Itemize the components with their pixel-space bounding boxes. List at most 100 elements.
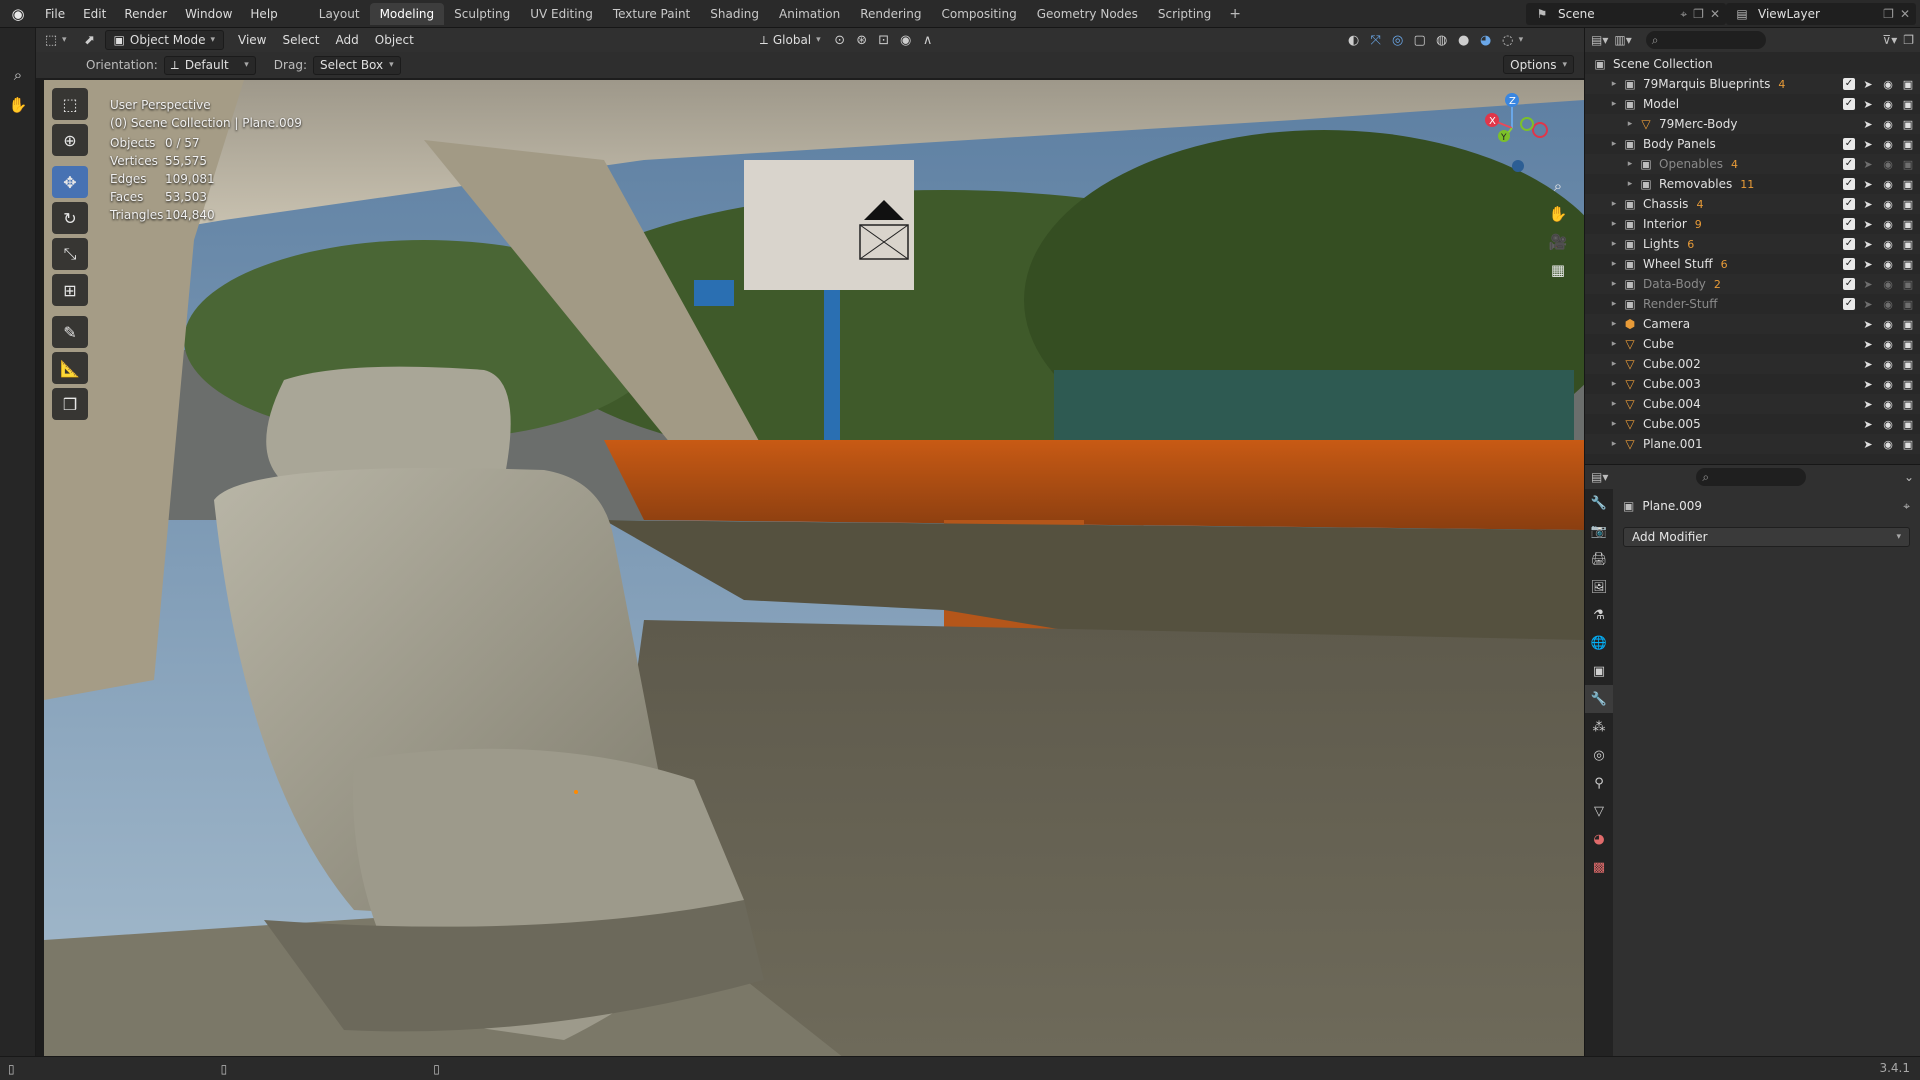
expand-icon[interactable]: ▸ bbox=[1607, 379, 1621, 389]
ortho-toggle-icon[interactable]: ▦ bbox=[1544, 256, 1572, 284]
render-tab-icon[interactable]: 📷 bbox=[1585, 517, 1613, 545]
tab-shading[interactable]: Shading bbox=[700, 3, 769, 25]
editor-type-icon[interactable]: ▤▾ bbox=[1591, 33, 1608, 47]
eye-icon[interactable]: ◉ bbox=[1881, 178, 1895, 191]
eye-icon[interactable]: ◉ bbox=[1881, 98, 1895, 111]
expand-icon[interactable]: ▸ bbox=[1623, 119, 1637, 129]
view-layer-name[interactable]: ViewLayer bbox=[1752, 7, 1877, 21]
new-collection-icon[interactable]: ❐ bbox=[1903, 33, 1914, 47]
expand-icon[interactable]: ▸ bbox=[1607, 359, 1621, 369]
object-tab-icon[interactable]: ▣ bbox=[1585, 657, 1613, 685]
menu-file[interactable]: File bbox=[36, 0, 74, 28]
exclude-checkbox[interactable]: ✓ bbox=[1843, 138, 1855, 150]
move-tool-icon[interactable]: ✥ bbox=[52, 166, 88, 198]
rotate-tool-icon[interactable]: ↻ bbox=[52, 202, 88, 234]
exclude-checkbox[interactable]: ✓ bbox=[1843, 178, 1855, 190]
render-camera-icon[interactable]: ▣ bbox=[1901, 378, 1915, 391]
pin-icon[interactable]: ⌖ bbox=[1903, 499, 1910, 514]
list-item[interactable]: ▸ ▣ Body Panels ✓ ➤ ◉ ▣ bbox=[1585, 134, 1920, 154]
scene-tab-icon[interactable]: ⚗ bbox=[1585, 601, 1613, 629]
selectable-icon[interactable]: ➤ bbox=[1861, 78, 1875, 91]
select-mode-icon[interactable]: ⬈ bbox=[79, 30, 101, 50]
zoom-view-icon[interactable]: ⌕ bbox=[1544, 172, 1572, 200]
close-icon[interactable]: ✕ bbox=[1900, 7, 1910, 21]
selectable-icon[interactable]: ➤ bbox=[1861, 178, 1875, 191]
view-layer-selector[interactable]: ▤ ViewLayer ❐ ✕ bbox=[1726, 3, 1916, 25]
pan-view-icon[interactable]: ✋ bbox=[1544, 200, 1572, 228]
render-camera-icon[interactable]: ▣ bbox=[1901, 438, 1915, 451]
exclude-checkbox[interactable]: ✓ bbox=[1843, 78, 1855, 90]
exclude-checkbox[interactable]: ✓ bbox=[1843, 258, 1855, 270]
selectable-icon[interactable]: ➤ bbox=[1861, 118, 1875, 131]
menu-help[interactable]: Help bbox=[241, 0, 286, 28]
close-icon[interactable]: ✕ bbox=[1710, 7, 1720, 21]
display-mode-icon[interactable]: ▥▾ bbox=[1614, 33, 1631, 47]
selectable-icon[interactable]: ➤ bbox=[1861, 318, 1875, 331]
gizmo-icon[interactable]: ⤧ bbox=[1365, 30, 1387, 50]
render-camera-icon[interactable]: ▣ bbox=[1901, 78, 1915, 91]
selectable-icon[interactable]: ➤ bbox=[1861, 198, 1875, 211]
camera-view-icon[interactable]: 🎥 bbox=[1544, 228, 1572, 256]
exclude-checkbox[interactable]: ✓ bbox=[1843, 218, 1855, 230]
render-camera-icon[interactable]: ▣ bbox=[1901, 238, 1915, 251]
expand-icon[interactable]: ▸ bbox=[1607, 399, 1621, 409]
scale-tool-icon[interactable]: ⤡ bbox=[52, 238, 88, 270]
list-item[interactable]: ▸ ▽ Cube.005 ➤ ◉ ▣ bbox=[1585, 414, 1920, 434]
render-camera-icon[interactable]: ▣ bbox=[1901, 258, 1915, 271]
scene-name[interactable]: Scene bbox=[1552, 7, 1674, 21]
add-cube-tool-icon[interactable]: ❒ bbox=[52, 388, 88, 420]
falloff-icon[interactable]: ∧ bbox=[917, 30, 939, 50]
selectable-icon[interactable]: ➤ bbox=[1861, 98, 1875, 111]
tab-sculpting[interactable]: Sculpting bbox=[444, 3, 520, 25]
render-camera-icon[interactable]: ▣ bbox=[1901, 138, 1915, 151]
visibility-icon[interactable]: ◐ bbox=[1343, 30, 1365, 50]
exclude-checkbox[interactable]: ✓ bbox=[1843, 278, 1855, 290]
add-workspace-icon[interactable]: + bbox=[1221, 6, 1249, 22]
snap-icon[interactable]: ⊛ bbox=[851, 30, 873, 50]
render-camera-icon[interactable]: ▣ bbox=[1901, 98, 1915, 111]
list-item[interactable]: ▸ ▽ Plane.001 ➤ ◉ ▣ bbox=[1585, 434, 1920, 454]
exclude-checkbox[interactable]: ✓ bbox=[1843, 98, 1855, 110]
render-camera-icon[interactable]: ▣ bbox=[1901, 218, 1915, 231]
expand-icon[interactable]: ▸ bbox=[1623, 179, 1637, 189]
expand-icon[interactable]: ▸ bbox=[1607, 299, 1621, 309]
eye-icon[interactable]: ◉ bbox=[1881, 258, 1895, 271]
eye-icon[interactable]: ◉ bbox=[1881, 358, 1895, 371]
outliner-search-input[interactable]: ⌕ bbox=[1645, 31, 1766, 49]
physics-tab-icon[interactable]: ◎ bbox=[1585, 741, 1613, 769]
list-item[interactable]: ▸ ▽ Cube.003 ➤ ◉ ▣ bbox=[1585, 374, 1920, 394]
list-item[interactable]: ▸ ▽ Cube.004 ➤ ◉ ▣ bbox=[1585, 394, 1920, 414]
exclude-checkbox[interactable]: ✓ bbox=[1843, 298, 1855, 310]
constraints-tab-icon[interactable]: ⚲ bbox=[1585, 769, 1613, 797]
exclude-checkbox[interactable]: ✓ bbox=[1843, 158, 1855, 170]
menu-edit[interactable]: Edit bbox=[74, 0, 115, 28]
list-item[interactable]: ▸ ▣ Chassis 4 ✓ ➤ ◉ ▣ bbox=[1585, 194, 1920, 214]
hand-pan-icon[interactable]: ✋ bbox=[0, 90, 36, 120]
view-layer-tab-icon[interactable]: 🖼 bbox=[1585, 573, 1613, 601]
list-item[interactable]: ▸ ▣ 79Marquis Blueprints 4 ✓ ➤ ◉ ▣ bbox=[1585, 74, 1920, 94]
data-tab-icon[interactable]: ▽ bbox=[1585, 797, 1613, 825]
blender-logo-icon[interactable]: ◉ bbox=[0, 0, 36, 28]
selectable-icon[interactable]: ➤ bbox=[1861, 238, 1875, 251]
material-shading-icon[interactable]: ◕ bbox=[1475, 30, 1497, 50]
eye-icon[interactable]: ◉ bbox=[1881, 438, 1895, 451]
selectable-icon[interactable]: ➤ bbox=[1861, 218, 1875, 231]
eye-icon[interactable]: ◉ bbox=[1881, 418, 1895, 431]
transform-orientation-dropdown[interactable]: ⟂ Global ▾ bbox=[752, 30, 829, 50]
tab-modeling[interactable]: Modeling bbox=[369, 2, 445, 25]
eye-icon[interactable]: ◉ bbox=[1881, 158, 1895, 171]
tab-uv-editing[interactable]: UV Editing bbox=[520, 3, 603, 25]
viewport-menu-select[interactable]: Select bbox=[274, 30, 327, 50]
solid-shading-icon[interactable]: ● bbox=[1453, 30, 1475, 50]
snap-target-icon[interactable]: ⊡ bbox=[873, 30, 895, 50]
list-item[interactable]: ▸ ▣ Model ✓ ➤ ◉ ▣ bbox=[1585, 94, 1920, 114]
eye-icon[interactable]: ◉ bbox=[1881, 218, 1895, 231]
xray-icon[interactable]: ▢ bbox=[1409, 30, 1431, 50]
list-item[interactable]: ▸ ▽ Cube ➤ ◉ ▣ bbox=[1585, 334, 1920, 354]
tab-geometry-nodes[interactable]: Geometry Nodes bbox=[1027, 3, 1148, 25]
selectable-icon[interactable]: ➤ bbox=[1861, 358, 1875, 371]
list-item[interactable]: ▸ ▣ Removables 11 ✓ ➤ ◉ ▣ bbox=[1585, 174, 1920, 194]
eye-icon[interactable]: ◉ bbox=[1881, 138, 1895, 151]
texture-tab-icon[interactable]: ▩ bbox=[1585, 853, 1613, 881]
eye-icon[interactable]: ◉ bbox=[1881, 238, 1895, 251]
